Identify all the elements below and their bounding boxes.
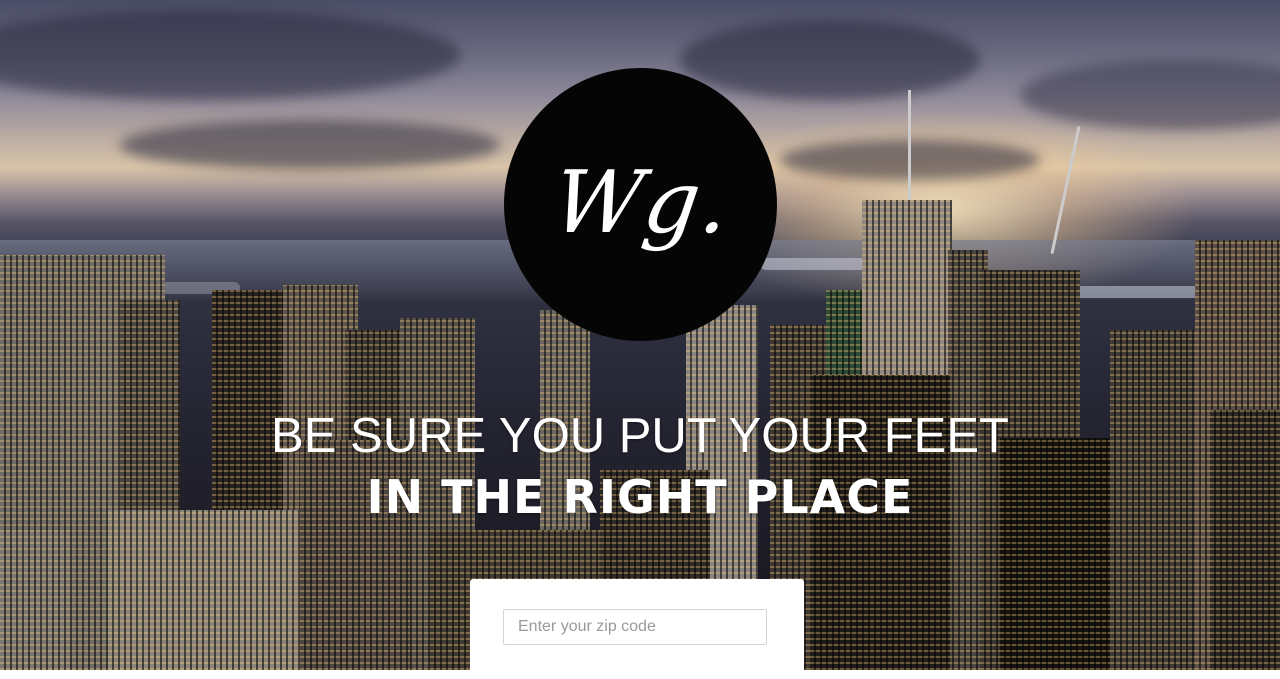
- headline-line-2: IN THE RIGHT PLACE: [366, 470, 914, 524]
- headline-line-1: BE SURE YOU PUT YOUR FEET: [271, 409, 1009, 463]
- zip-search-card: [470, 579, 804, 679]
- building: [108, 510, 308, 670]
- cloud: [0, 10, 460, 100]
- river: [1060, 286, 1210, 298]
- building: [0, 530, 70, 670]
- cloud: [680, 20, 980, 100]
- zip-code-input[interactable]: [503, 609, 767, 645]
- logo[interactable]: Wg.: [504, 68, 777, 341]
- cloud: [120, 120, 500, 170]
- antenna: [908, 90, 911, 200]
- logo-text: Wg.: [547, 152, 738, 253]
